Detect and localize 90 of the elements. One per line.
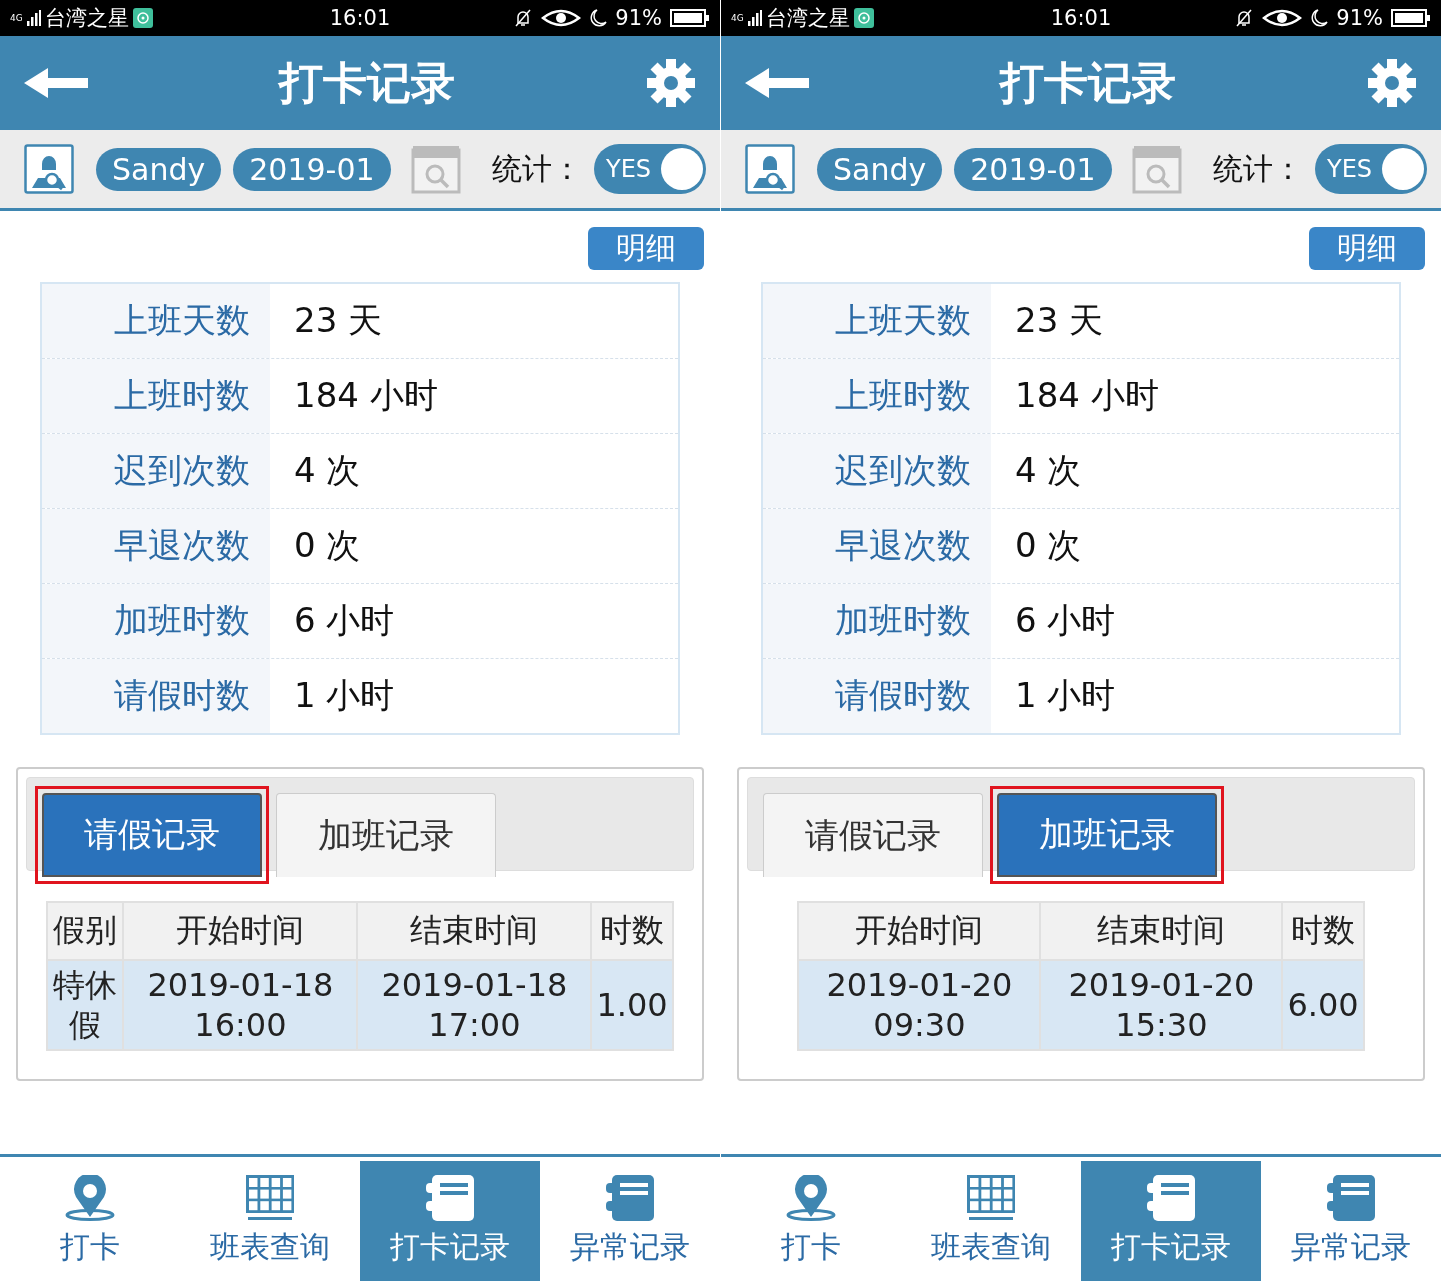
bell-off-icon: [513, 8, 534, 28]
stat-label: 早退次数: [763, 509, 991, 583]
page-title: 打卡记录: [1000, 55, 1176, 110]
settings-icon[interactable]: [1367, 58, 1417, 108]
nav-tab[interactable]: 打卡记录: [1081, 1161, 1261, 1281]
record-tab[interactable]: 加班记录: [276, 793, 496, 877]
stat-label: 上班时数: [763, 359, 991, 433]
notebook-icon: [606, 1174, 654, 1221]
month-chip[interactable]: 2019-01: [233, 147, 391, 191]
user-search-icon[interactable]: [24, 144, 74, 194]
user-search-icon[interactable]: [745, 144, 795, 194]
page-title: 打卡记录: [279, 55, 455, 110]
table-cell: 6.00: [1282, 960, 1364, 1050]
stat-label: 早退次数: [42, 509, 270, 583]
battery-icon: [1391, 9, 1431, 27]
map-pin-icon: [64, 1174, 116, 1221]
table-cell: 2019-01-18 16:00: [123, 960, 358, 1050]
month-chip[interactable]: 2019-01: [954, 147, 1112, 191]
user-chip[interactable]: Sandy: [817, 147, 943, 191]
signal-icon: [26, 10, 41, 26]
moon-icon: [1310, 8, 1329, 28]
map-pin-icon: [785, 1174, 837, 1221]
battery-percent: 91%: [615, 6, 662, 30]
network-label: 4G: [731, 13, 744, 23]
stat-value: 4 次: [1014, 449, 1082, 492]
statistics-toggle[interactable]: YES: [1315, 144, 1427, 194]
detail-button[interactable]: 明细: [588, 227, 704, 270]
statistics-toggle[interactable]: YES: [594, 144, 706, 194]
stat-label: 上班天数: [763, 284, 991, 358]
stat-label: 上班天数: [42, 284, 270, 358]
app-icon: [132, 8, 153, 28]
eye-icon: [541, 8, 582, 28]
statistics-label: 统计：: [492, 149, 582, 188]
stat-value: 4 次: [293, 449, 361, 492]
bell-off-icon: [1234, 8, 1255, 28]
stat-label: 上班时数: [42, 359, 270, 433]
stat-value: 0 次: [1014, 524, 1082, 567]
stat-label: 请假时数: [763, 659, 991, 733]
grid-icon: [246, 1174, 294, 1221]
table-cell: 2019-01-20 09:30: [798, 960, 1041, 1050]
signal-icon: [747, 10, 762, 26]
back-arrow-icon[interactable]: [24, 66, 88, 100]
record-tab[interactable]: 请假记录: [763, 793, 983, 877]
carrier-name: 台湾之星: [765, 5, 850, 32]
stat-value: 1 小时: [293, 674, 395, 717]
back-arrow-icon[interactable]: [745, 66, 809, 100]
column-header: 假别: [47, 902, 124, 960]
stat-label: 请假时数: [42, 659, 270, 733]
stat-value: 6 小时: [1014, 599, 1116, 642]
stat-value: 184 小时: [1014, 374, 1159, 417]
column-header: 结束时间: [357, 902, 592, 960]
eye-icon: [1262, 8, 1303, 28]
column-header: 开始时间: [798, 902, 1041, 960]
battery-percent: 91%: [1336, 6, 1383, 30]
stat-value: 1 小时: [1014, 674, 1116, 717]
detail-button[interactable]: 明细: [1309, 227, 1425, 270]
carrier-name: 台湾之星: [44, 5, 129, 32]
stat-label: 迟到次数: [42, 434, 270, 508]
table-cell: 特休假: [47, 960, 124, 1050]
clock-time: 16:01: [1050, 6, 1112, 30]
settings-icon[interactable]: [646, 58, 696, 108]
nav-tab[interactable]: 打卡记录: [360, 1161, 540, 1281]
column-header: 时数: [1282, 902, 1364, 960]
table-cell: 2019-01-18 17:00: [357, 960, 592, 1050]
stat-label: 加班时数: [763, 584, 991, 658]
column-header: 时数: [591, 902, 673, 960]
statistics-label: 统计：: [1213, 149, 1303, 188]
stat-label: 迟到次数: [763, 434, 991, 508]
clock-time: 16:01: [329, 6, 391, 30]
app-icon: [853, 8, 874, 28]
table-cell: 2019-01-20 15:30: [1040, 960, 1283, 1050]
record-tab[interactable]: 请假记录: [42, 793, 262, 877]
column-header: 开始时间: [123, 902, 358, 960]
user-chip[interactable]: Sandy: [96, 147, 222, 191]
record-tab[interactable]: 加班记录: [997, 793, 1217, 877]
notebook-icon: [1327, 1174, 1375, 1221]
grid-icon: [967, 1174, 1015, 1221]
network-label: 4G: [10, 13, 23, 23]
battery-icon: [670, 9, 710, 27]
notebook-icon: [426, 1174, 474, 1221]
stat-value: 0 次: [293, 524, 361, 567]
column-header: 结束时间: [1040, 902, 1283, 960]
stat-value: 23 天: [1014, 299, 1104, 342]
stat-value: 184 小时: [293, 374, 438, 417]
stat-label: 加班时数: [42, 584, 270, 658]
stat-value: 23 天: [293, 299, 383, 342]
table-cell: 1.00: [591, 960, 673, 1050]
stat-value: 6 小时: [293, 599, 395, 642]
notebook-icon: [1147, 1174, 1195, 1221]
moon-icon: [589, 8, 608, 28]
